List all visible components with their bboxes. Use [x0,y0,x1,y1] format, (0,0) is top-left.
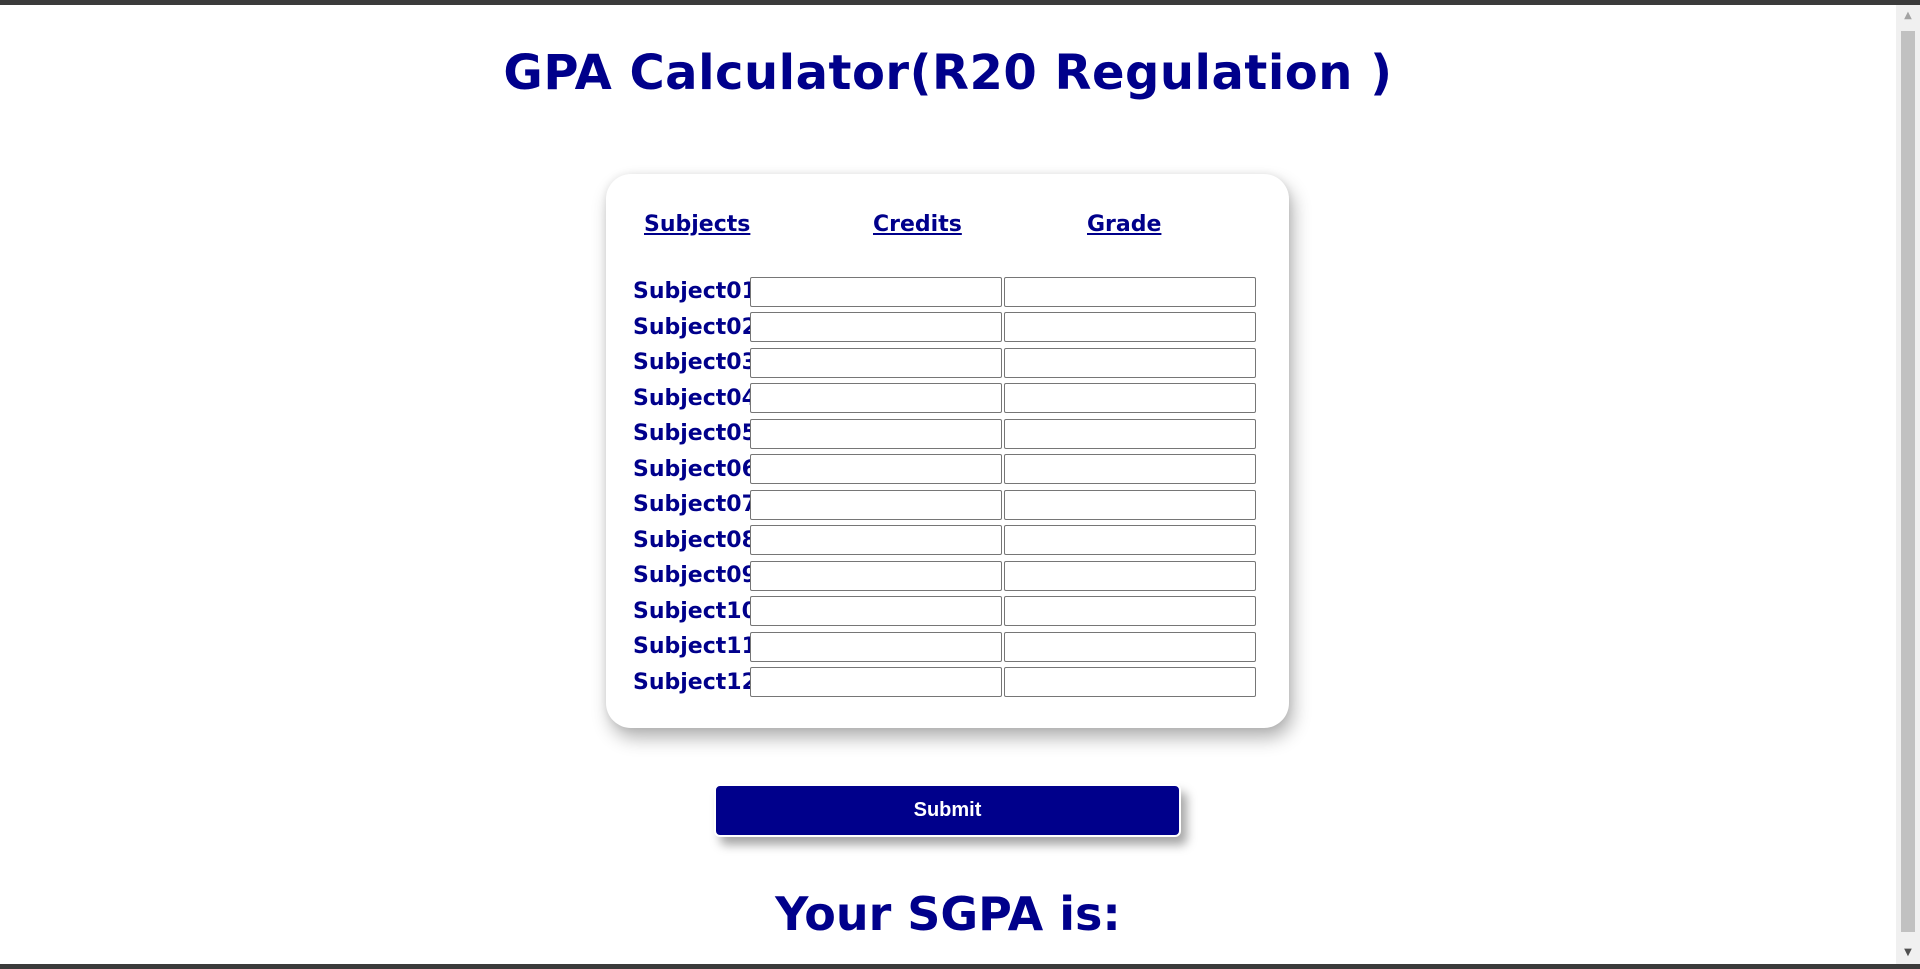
subject-label-10: Subject10: [633,598,766,624]
header-subjects: Subjects [644,212,751,237]
credits-input-03[interactable] [750,347,1002,378]
subject-row-12: Subject12: [633,665,1258,701]
subject-row-06: Subject06: [633,452,1258,488]
grade-input-11[interactable] [1004,631,1256,662]
window-bottom-border [0,964,1920,969]
subject-label-11: Subject11: [633,634,766,660]
subject-label-04: Subject04: [633,385,766,411]
credits-input-09[interactable] [750,560,1002,591]
subject-label-03: Subject03: [633,350,766,376]
subject-label-07: Subject07: [633,492,766,518]
subject-row-07: Subject07: [633,487,1258,523]
subject-row-03: Subject03: [633,345,1258,381]
page-title: GPA Calculator(R20 Regulation ) [503,45,1393,101]
sgpa-result: Your SGPA is: [775,887,1121,941]
gpa-form-card: Subjects Credits Grade Subject01: Subject… [606,174,1289,728]
grade-input-07[interactable] [1004,489,1256,520]
subject-row-04: Subject04: [633,381,1258,417]
subject-row-11: Subject11: [633,629,1258,665]
subject-row-05: Subject05: [633,416,1258,452]
credits-input-01[interactable] [750,276,1002,307]
scroll-up-arrow-icon[interactable]: ▲ [1896,5,1920,27]
credits-input-11[interactable] [750,631,1002,662]
subject-label-02: Subject02: [633,314,766,340]
credits-input-10[interactable] [750,596,1002,627]
grade-input-08[interactable] [1004,525,1256,556]
subject-row-09: Subject09: [633,558,1258,594]
subject-label-01: Subject01: [633,279,766,305]
subject-row-08: Subject08: [633,523,1258,559]
vertical-scrollbar[interactable]: ▲ ▼ [1896,5,1920,964]
header-credits: Credits [873,212,962,237]
grade-input-06[interactable] [1004,454,1256,485]
page: GPA Calculator(R20 Regulation ) Subjects… [0,5,1896,964]
grade-input-01[interactable] [1004,276,1256,307]
grade-input-12[interactable] [1004,667,1256,698]
subject-row-02: Subject02: [633,310,1258,346]
credits-input-06[interactable] [750,454,1002,485]
subject-row-10: Subject10: [633,594,1258,630]
subject-label-08: Subject08: [633,527,766,553]
grade-input-09[interactable] [1004,560,1256,591]
scrollbar-thumb[interactable] [1901,31,1915,932]
grade-input-02[interactable] [1004,312,1256,343]
credits-input-04[interactable] [750,383,1002,414]
submit-button[interactable]: Submit [714,784,1181,837]
credits-input-07[interactable] [750,489,1002,520]
subject-label-12: Subject12: [633,669,766,695]
grade-input-03[interactable] [1004,347,1256,378]
credits-input-05[interactable] [750,418,1002,449]
subject-rows: Subject01: Subject02: Subject03: Subject04:… [633,274,1258,700]
header-grade: Grade [1087,212,1162,237]
subject-label-09: Subject09: [633,563,766,589]
subject-row-01: Subject01: [633,274,1258,310]
credits-input-08[interactable] [750,525,1002,556]
grade-input-04[interactable] [1004,383,1256,414]
grade-input-05[interactable] [1004,418,1256,449]
credits-input-12[interactable] [750,667,1002,698]
grade-input-10[interactable] [1004,596,1256,627]
subject-label-06: Subject06: [633,456,766,482]
scroll-down-arrow-icon[interactable]: ▼ [1896,942,1920,964]
subject-label-05: Subject05: [633,421,766,447]
credits-input-02[interactable] [750,312,1002,343]
